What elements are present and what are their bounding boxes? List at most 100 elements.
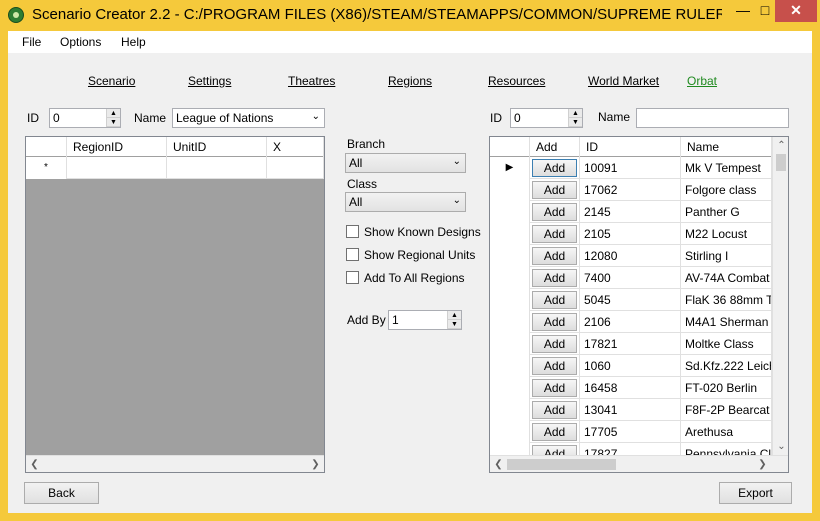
add-unit-button[interactable]: Add: [532, 423, 577, 441]
row-header[interactable]: [490, 311, 530, 333]
unit-name-cell[interactable]: F8F-2P Bearcat: [681, 399, 772, 421]
col-id[interactable]: ID: [580, 137, 681, 157]
unit-id-cell[interactable]: 17062: [580, 179, 681, 201]
unit-id-cell[interactable]: 17705: [580, 421, 681, 443]
unit-name-cell[interactable]: AV-74A Combat ...: [681, 267, 772, 289]
unit-id-cell[interactable]: 5045: [580, 289, 681, 311]
unit-id-cell[interactable]: 2145: [580, 201, 681, 223]
unit-name-cell[interactable]: Sd.Kfz.222 Leich...: [681, 355, 772, 377]
tab-theatres[interactable]: Theatres: [288, 74, 335, 88]
unit-id-cell[interactable]: 17821: [580, 333, 681, 355]
unit-name-cell[interactable]: Stirling I: [681, 245, 772, 267]
row-header[interactable]: [490, 223, 530, 245]
row-header[interactable]: [490, 377, 530, 399]
show-regional-units-label[interactable]: Show Regional Units: [364, 248, 475, 262]
add-unit-button[interactable]: Add: [532, 181, 577, 199]
orbat-grid[interactable]: RegionID UnitID X * ❮ ❯: [25, 136, 325, 473]
table-row[interactable]: Add5045FlaK 36 88mm To...: [490, 289, 772, 311]
show-regional-units-checkbox[interactable]: [346, 248, 359, 261]
unit-grid[interactable]: Add ID Name ▶ Add 10091 Mk V Tempest Add 1706…: [489, 136, 789, 473]
add-unit-button[interactable]: Add: [532, 379, 577, 397]
spin-buttons[interactable]: ▲ ▼: [447, 311, 461, 329]
add-unit-button[interactable]: Add: [532, 247, 577, 265]
col-x[interactable]: X: [267, 137, 324, 157]
col-name[interactable]: Name: [681, 137, 772, 157]
add-unit-button[interactable]: Add: [532, 269, 577, 287]
tab-orbat[interactable]: Orbat: [687, 74, 717, 88]
unit-name-cell[interactable]: M4A1 Sherman: [681, 311, 772, 333]
unit-name-cell[interactable]: Mk V Tempest: [681, 157, 772, 179]
unit-name-cell[interactable]: Panther G: [681, 201, 772, 223]
unit-name-cell[interactable]: FT-020 Berlin: [681, 377, 772, 399]
add-unit-button[interactable]: Add: [532, 357, 577, 375]
unit-id-cell[interactable]: 2105: [580, 223, 681, 245]
add-to-all-regions-label[interactable]: Add To All Regions: [364, 271, 465, 285]
table-row[interactable]: Add 2105 M22 Locust: [490, 223, 772, 245]
tab-scenario[interactable]: Scenario: [88, 74, 135, 88]
unit-name-cell[interactable]: Moltke Class: [681, 333, 772, 355]
tab-resources[interactable]: Resources: [488, 74, 545, 88]
new-row-x[interactable]: [267, 157, 324, 179]
scroll-right-icon[interactable]: ❯: [754, 456, 771, 472]
row-header[interactable]: [490, 399, 530, 421]
row-header[interactable]: [490, 333, 530, 355]
col-add[interactable]: Add: [530, 137, 580, 157]
row-header[interactable]: [490, 421, 530, 443]
right-name-input[interactable]: [636, 108, 789, 128]
unit-id-cell[interactable]: 13041: [580, 399, 681, 421]
scroll-thumb[interactable]: [776, 154, 786, 171]
table-row[interactable]: Add7400AV-74A Combat ...: [490, 267, 772, 289]
right-vscrollbar[interactable]: ⌃ ⌄: [772, 137, 788, 455]
left-id-spinner[interactable]: 0 ▲ ▼: [49, 108, 121, 128]
close-icon[interactable]: ✕: [775, 0, 817, 22]
current-row-arrow-icon[interactable]: ▶: [490, 157, 530, 179]
spin-buttons[interactable]: ▲ ▼: [106, 109, 120, 127]
new-row[interactable]: *: [26, 157, 324, 179]
add-by-spinner[interactable]: 1 ▲ ▼: [388, 310, 462, 330]
menu-help[interactable]: Help: [121, 35, 146, 49]
add-unit-button[interactable]: Add: [532, 291, 577, 309]
col-unitid[interactable]: UnitID: [167, 137, 267, 157]
table-row[interactable]: Add 17821 Moltke Class: [490, 333, 772, 355]
class-select[interactable]: All ⌄: [345, 192, 466, 212]
unit-id-cell[interactable]: 10091: [580, 157, 681, 179]
table-row[interactable]: Add 13041 F8F-2P Bearcat: [490, 399, 772, 421]
tab-regions[interactable]: Regions: [388, 74, 432, 88]
add-unit-button[interactable]: Add: [532, 159, 577, 177]
table-row[interactable]: ▶ Add 10091 Mk V Tempest: [490, 157, 772, 179]
unit-name-cell[interactable]: M22 Locust: [681, 223, 772, 245]
col-regionid[interactable]: RegionID: [67, 137, 167, 157]
unit-id-cell[interactable]: 1060: [580, 355, 681, 377]
add-unit-button[interactable]: Add: [532, 335, 577, 353]
unit-name-cell[interactable]: Folgore class: [681, 179, 772, 201]
back-button[interactable]: Back: [24, 482, 99, 504]
menu-file[interactable]: File: [22, 35, 41, 49]
table-row[interactable]: Add 17705 Arethusa: [490, 421, 772, 443]
scroll-right-icon[interactable]: ❯: [307, 456, 324, 472]
unit-id-cell[interactable]: 7400: [580, 267, 681, 289]
row-header[interactable]: [490, 289, 530, 311]
menu-options[interactable]: Options: [60, 35, 101, 49]
table-row[interactable]: Add 2145 Panther G: [490, 201, 772, 223]
scroll-up-icon[interactable]: ⌃: [773, 137, 788, 154]
row-header[interactable]: [490, 245, 530, 267]
nation-select[interactable]: League of Nations ⌄: [172, 108, 325, 128]
scroll-left-icon[interactable]: ❮: [26, 456, 43, 472]
unit-name-cell[interactable]: Arethusa: [681, 421, 772, 443]
branch-select[interactable]: All ⌄: [345, 153, 466, 173]
show-known-designs-label[interactable]: Show Known Designs: [364, 225, 481, 239]
add-unit-button[interactable]: Add: [532, 203, 577, 221]
add-unit-button[interactable]: Add: [532, 313, 577, 331]
table-row[interactable]: Add 12080 Stirling I: [490, 245, 772, 267]
add-unit-button[interactable]: Add: [532, 401, 577, 419]
table-row[interactable]: Add 17062 Folgore class: [490, 179, 772, 201]
right-id-spinner[interactable]: 0 ▲ ▼: [510, 108, 583, 128]
new-row-unitid[interactable]: [167, 157, 267, 179]
add-unit-button[interactable]: Add: [532, 225, 577, 243]
tab-world-market[interactable]: World Market: [588, 74, 659, 88]
add-to-all-regions-checkbox[interactable]: [346, 271, 359, 284]
scroll-left-icon[interactable]: ❮: [490, 456, 507, 472]
unit-name-cell[interactable]: FlaK 36 88mm To...: [681, 289, 772, 311]
table-row[interactable]: Add 16458 FT-020 Berlin: [490, 377, 772, 399]
unit-id-cell[interactable]: 12080: [580, 245, 681, 267]
